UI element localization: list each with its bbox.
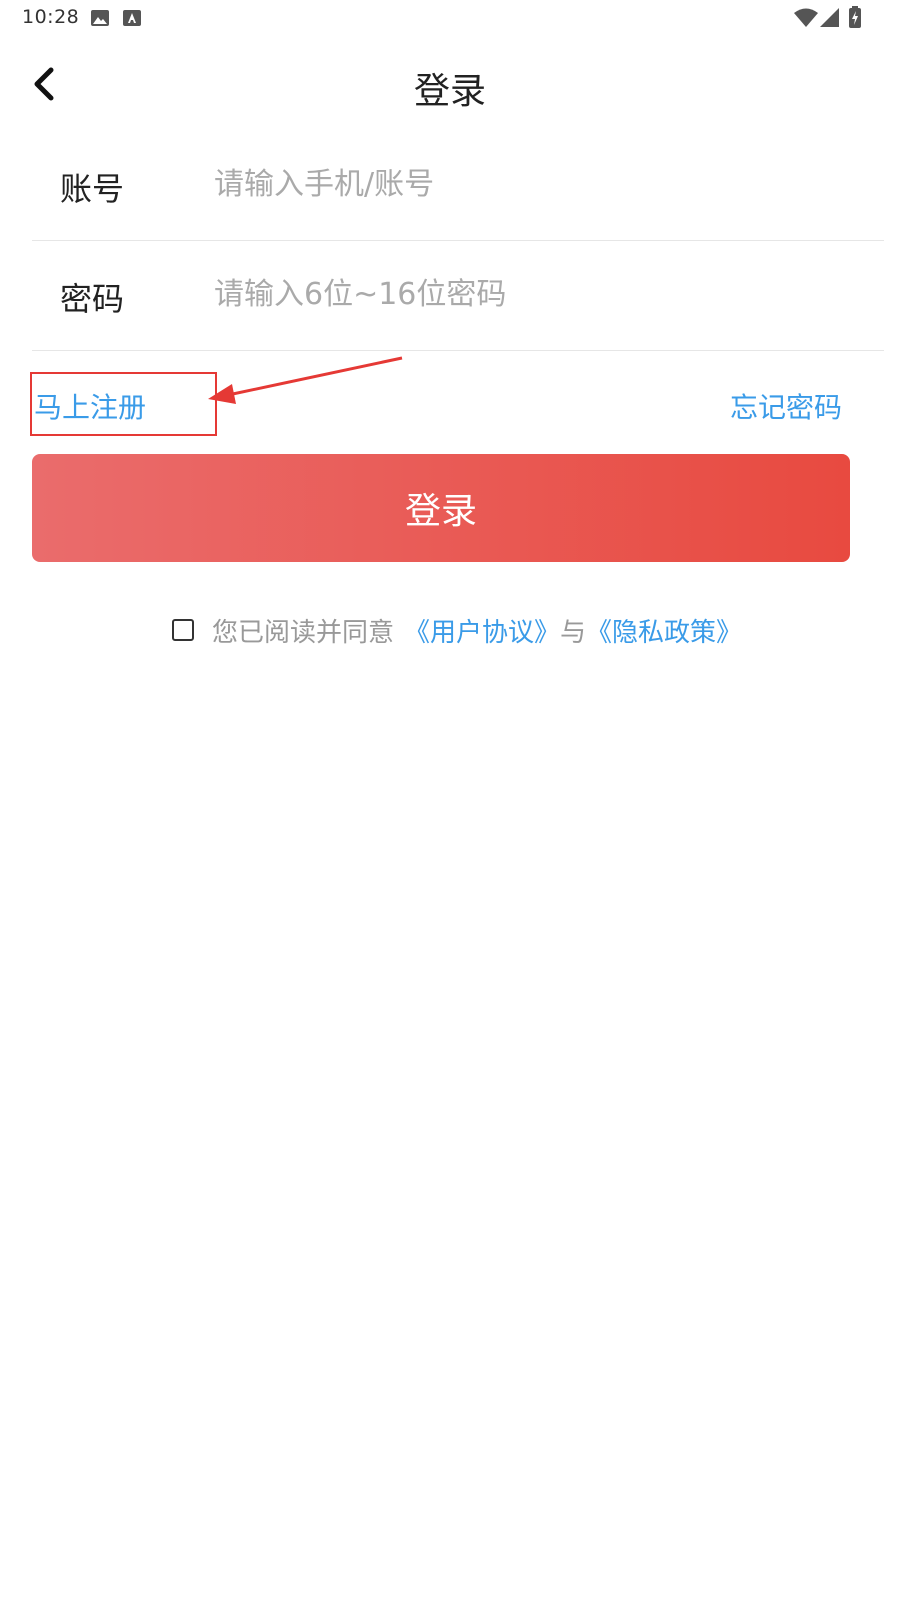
keyboard-notification-icon [122, 9, 142, 31]
image-notification-icon [90, 9, 110, 31]
login-button[interactable]: 登录 [32, 454, 850, 562]
agreement-prefix: 您已阅读并同意 [211, 617, 394, 648]
battery-charging-icon [849, 6, 861, 32]
account-input[interactable] [214, 158, 854, 210]
annotation-arrow [208, 356, 403, 404]
account-row: 账号 [32, 130, 884, 241]
user-agreement-link[interactable]: 《用户协议》 [404, 612, 560, 649]
header: 登录 [0, 48, 900, 120]
wifi-icon [794, 8, 818, 32]
password-row: 密码 [32, 240, 884, 351]
password-input[interactable] [214, 268, 854, 320]
forgot-password-link[interactable]: 忘记密码 [730, 386, 842, 426]
account-label: 账号 [60, 170, 125, 208]
agreement-conjunction: 与 [560, 617, 587, 648]
register-link[interactable]: 马上注册 [34, 386, 146, 426]
privacy-policy-link[interactable]: 《隐私政策》 [586, 612, 742, 649]
agreement-row: 您已阅读并同意 《用户协议》 与 《隐私政策》 [14, 610, 900, 650]
status-bar: 10:28 [0, 0, 900, 36]
cellular-signal-icon [820, 8, 840, 32]
page-title: 登录 [413, 71, 486, 112]
agreement-checkbox[interactable] [171, 619, 194, 641]
password-label: 密码 [60, 280, 125, 318]
status-time: 10:28 [22, 6, 80, 28]
